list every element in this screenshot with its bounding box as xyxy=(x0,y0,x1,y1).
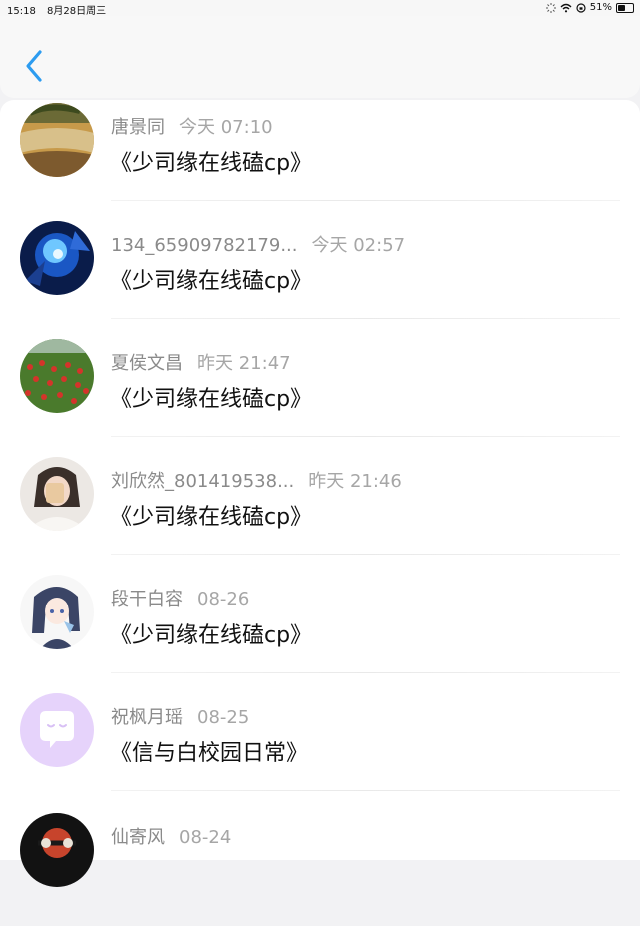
divider xyxy=(111,554,620,555)
message-time: 昨天 21:47 xyxy=(197,353,291,374)
message-title: 《信与白校园日常》 xyxy=(110,741,309,766)
divider xyxy=(111,436,620,437)
status-bar: 15:18 8月28日周三 51% xyxy=(0,0,640,17)
battery-icon xyxy=(616,2,634,13)
wifi-icon xyxy=(560,3,572,12)
status-right: 51% xyxy=(545,2,634,13)
message-title: 《少司缘在线磕cp》 xyxy=(110,623,313,648)
sender-name: 唐景同 xyxy=(111,117,165,138)
list-item[interactable]: 唐景同 今天 07:10 《少司缘在线磕cp》 xyxy=(0,100,640,218)
list-item[interactable]: 刘欣然_801419538... 昨天 21:46 《少司缘在线磕cp》 xyxy=(0,454,640,572)
sender-line: 唐景同 今天 07:10 xyxy=(111,113,273,139)
status-left: 15:18 8月28日周三 xyxy=(7,2,114,17)
message-time: 08-24 xyxy=(179,827,232,848)
message-title: 《少司缘在线磕cp》 xyxy=(110,505,313,530)
sender-name: 祝枫月瑶 xyxy=(111,707,183,728)
sender-line: 134_65909782179... 今天 02:57 xyxy=(111,231,405,257)
chat-bubble-icon xyxy=(40,711,74,748)
chevron-left-icon xyxy=(26,50,42,82)
conversation-list: 唐景同 今天 07:10 《少司缘在线磕cp》 134_65909782179..… xyxy=(0,100,640,887)
avatar xyxy=(20,339,94,413)
divider xyxy=(111,672,620,673)
message-time: 08-26 xyxy=(197,589,250,610)
avatar xyxy=(20,693,94,767)
list-item[interactable]: 134_65909782179... 今天 02:57 《少司缘在线磕cp》 xyxy=(0,218,640,336)
divider xyxy=(111,790,620,791)
avatar xyxy=(20,813,94,887)
sender-name: 段干白容 xyxy=(111,589,183,610)
message-title: 《少司缘在线磕cp》 xyxy=(110,387,313,412)
sender-line: 仙寄风 08-24 xyxy=(111,823,231,849)
list-item[interactable]: 仙寄风 08-24 xyxy=(0,808,640,926)
sender-name: 夏侯文昌 xyxy=(111,353,183,374)
message-time: 今天 07:10 xyxy=(179,117,273,138)
sender-line: 段干白容 08-26 xyxy=(111,585,249,611)
loading-icon xyxy=(545,2,556,13)
divider xyxy=(111,200,620,201)
sender-name: 仙寄风 xyxy=(111,827,165,848)
avatar xyxy=(20,575,94,649)
sender-line: 夏侯文昌 昨天 21:47 xyxy=(111,349,291,375)
message-time: 昨天 21:46 xyxy=(308,471,402,492)
top-nav-bar xyxy=(0,16,640,98)
orientation-lock-icon xyxy=(576,2,586,13)
sender-line: 刘欣然_801419538... 昨天 21:46 xyxy=(111,467,402,493)
battery-percent: 51% xyxy=(589,2,612,13)
list-item[interactable]: 夏侯文昌 昨天 21:47 《少司缘在线磕cp》 xyxy=(0,336,640,454)
battery-fill xyxy=(618,4,626,11)
avatar xyxy=(20,457,94,531)
message-title: 《少司缘在线磕cp》 xyxy=(110,269,313,294)
list-item[interactable]: 祝枫月瑶 08-25 《信与白校园日常》 xyxy=(0,690,640,808)
back-button[interactable] xyxy=(18,46,54,86)
sender-line: 祝枫月瑶 08-25 xyxy=(111,703,249,729)
message-title: 《少司缘在线磕cp》 xyxy=(110,151,313,176)
sender-name: 134_65909782179... xyxy=(111,235,298,256)
sender-name: 刘欣然_801419538... xyxy=(111,471,295,492)
message-time: 08-25 xyxy=(197,707,250,728)
divider xyxy=(111,318,620,319)
message-time: 今天 02:57 xyxy=(311,235,406,256)
list-item[interactable]: 段干白容 08-26 《少司缘在线磕cp》 xyxy=(0,572,640,690)
avatar xyxy=(20,221,94,295)
avatar xyxy=(20,103,94,177)
